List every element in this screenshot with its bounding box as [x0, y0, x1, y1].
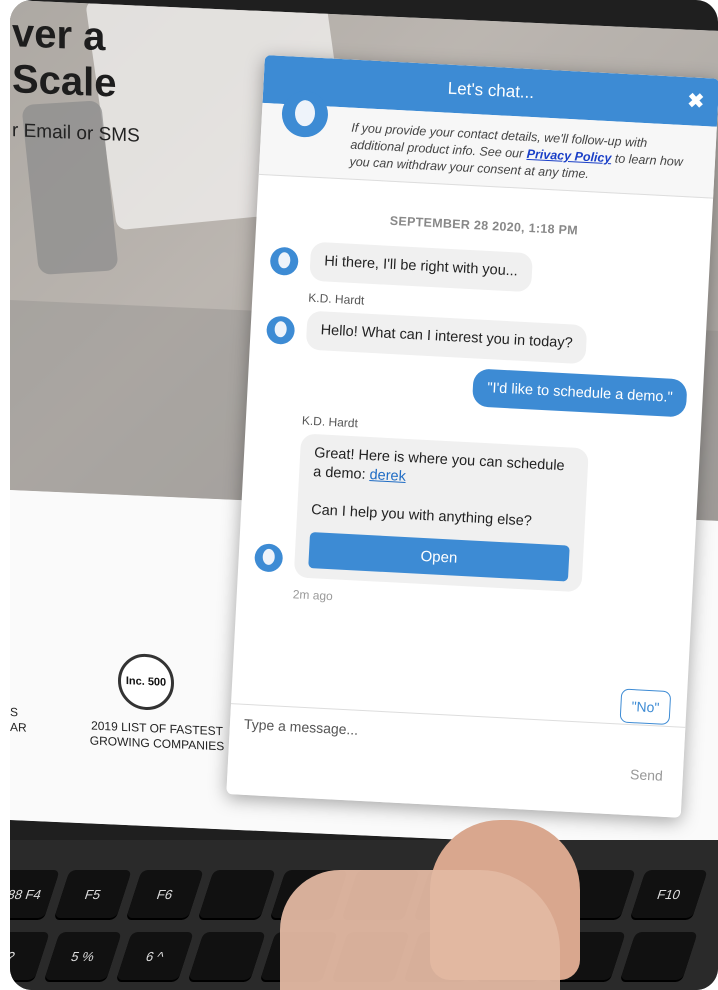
key: 888 F4 — [10, 870, 60, 918]
agent-message: Great! Here is where you can schedule a … — [253, 431, 684, 597]
message-text: Great! Here is where you can schedule a … — [312, 445, 565, 484]
message-bubble: Hi there, I'll be right with you... — [309, 241, 533, 293]
send-button[interactable]: Send — [624, 765, 670, 785]
key — [188, 932, 266, 980]
chat-widget: Let's chat... ✖ If you provide your cont… — [226, 55, 718, 818]
quick-replies: "No" — [619, 688, 672, 726]
hand-photo — [280, 870, 560, 990]
key — [620, 932, 698, 980]
device-frame: ver a Scale r Email or SMS S AR Inc. 500 … — [10, 0, 718, 990]
award-caption: 2019 LIST OF FASTEST GROWING COMPANIES — [89, 718, 225, 754]
user-message-bubble: "I'd like to schedule a demo." — [472, 368, 688, 418]
message-text: Can I help you with anything else? — [310, 502, 533, 530]
hero-headline: ver a Scale — [12, 10, 117, 107]
chat-title: Let's chat... — [447, 78, 535, 103]
message-bubble: Hello! What can I interest you in today? — [305, 310, 588, 365]
inc500-badge-icon: Inc. 500 — [118, 652, 174, 712]
award-fragment-left: S AR — [10, 705, 27, 735]
open-button[interactable]: Open — [308, 532, 570, 582]
key: F10 — [630, 870, 708, 918]
key — [198, 870, 276, 918]
message-list[interactable]: SEPTEMBER 28 2020, 1:18 PM Hi there, I'l… — [231, 175, 713, 734]
headline-line-1: ver a — [12, 11, 106, 60]
key: F6 — [126, 870, 204, 918]
agent-avatar-icon — [253, 543, 284, 573]
privacy-policy-link[interactable]: Privacy Policy — [526, 147, 611, 165]
key: 6 ^ — [116, 932, 194, 980]
close-icon[interactable]: ✖ — [686, 77, 705, 126]
headline-line-2: Scale — [12, 57, 117, 106]
key: ? — [10, 932, 50, 980]
user-message: "I'd like to schedule a demo." — [263, 357, 688, 418]
message-bubble: Great! Here is where you can schedule a … — [293, 433, 589, 593]
key: F5 — [54, 870, 132, 918]
agent-avatar-icon — [269, 246, 299, 277]
conversation-date: SEPTEMBER 28 2020, 1:18 PM — [389, 213, 579, 238]
key: 5 % — [44, 932, 122, 980]
demo-link[interactable]: derek — [369, 467, 406, 485]
quick-reply-no-button[interactable]: "No" — [619, 688, 672, 726]
agent-avatar-icon — [265, 315, 296, 345]
